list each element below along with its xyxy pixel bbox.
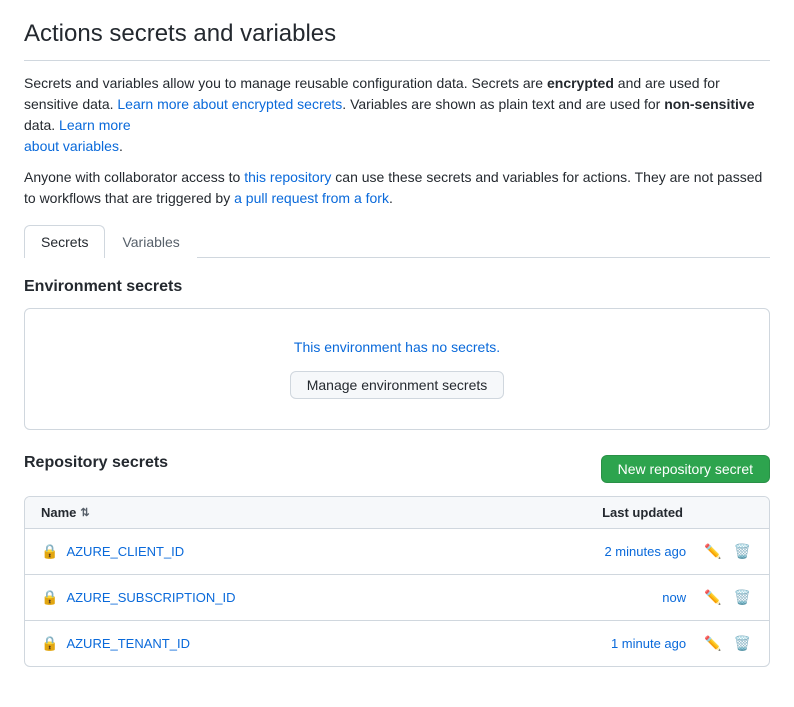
row-right: now ✏️ 🗑️ [596, 587, 753, 608]
environment-secrets-section: Environment secrets This environment has… [24, 278, 770, 430]
repo-secrets-title: Repository secrets [24, 454, 168, 472]
edit-button[interactable]: ✏️ [702, 587, 723, 608]
edit-button[interactable]: ✏️ [702, 541, 723, 562]
table-row: 🔒 AZURE_CLIENT_ID 2 minutes ago ✏️ 🗑️ [25, 529, 769, 575]
delete-button[interactable]: 🗑️ [732, 541, 753, 562]
updated-time: 2 minutes ago [596, 544, 686, 559]
lock-icon: 🔒 [41, 543, 58, 560]
lock-icon: 🔒 [41, 589, 58, 606]
col-name-header: Name ⇅ [41, 505, 90, 520]
tab-secrets[interactable]: Secrets [24, 225, 105, 258]
secret-name: AZURE_SUBSCRIPTION_ID [66, 590, 235, 605]
env-empty-message: This environment has no secrets. [55, 339, 739, 355]
tab-variables[interactable]: Variables [105, 225, 196, 258]
description-text: Secrets and variables allow you to manag… [24, 73, 770, 157]
lock-icon: 🔒 [41, 635, 58, 652]
access-note: Anyone with collaborator access to this … [24, 167, 770, 209]
action-icons: ✏️ 🗑️ [702, 633, 753, 654]
row-left: 🔒 AZURE_TENANT_ID [41, 635, 190, 652]
secret-name: AZURE_CLIENT_ID [66, 544, 184, 559]
pull-request-fork-link[interactable]: a pull request from a fork [234, 190, 389, 206]
table-row: 🔒 AZURE_TENANT_ID 1 minute ago ✏️ 🗑️ [25, 621, 769, 666]
col-updated-header: Last updated [602, 505, 753, 520]
learn-more-encrypted-link[interactable]: Learn more about encrypted secrets [117, 96, 342, 112]
updated-time: 1 minute ago [596, 636, 686, 651]
manage-environment-secrets-button[interactable]: Manage environment secrets [290, 371, 505, 399]
page-title: Actions secrets and variables [24, 20, 770, 61]
new-repository-secret-button[interactable]: New repository secret [601, 455, 770, 483]
env-secrets-title: Environment secrets [24, 278, 770, 296]
tabs-container: Secrets Variables [24, 225, 770, 258]
delete-button[interactable]: 🗑️ [732, 587, 753, 608]
action-icons: ✏️ 🗑️ [702, 587, 753, 608]
this-repository-link[interactable]: this repository [244, 169, 331, 185]
row-left: 🔒 AZURE_SUBSCRIPTION_ID [41, 589, 235, 606]
updated-time: now [596, 590, 686, 605]
sort-icon: ⇅ [80, 506, 89, 519]
secrets-table: Name ⇅ Last updated 🔒 AZURE_CLIENT_ID 2 … [24, 496, 770, 667]
delete-button[interactable]: 🗑️ [732, 633, 753, 654]
edit-button[interactable]: ✏️ [702, 633, 723, 654]
table-header: Name ⇅ Last updated [25, 497, 769, 529]
env-secrets-box: This environment has no secrets. Manage … [24, 308, 770, 430]
repository-secrets-section: Repository secrets New repository secret… [24, 454, 770, 667]
row-left: 🔒 AZURE_CLIENT_ID [41, 543, 184, 560]
repo-secrets-header: Repository secrets New repository secret [24, 454, 770, 484]
table-row: 🔒 AZURE_SUBSCRIPTION_ID now ✏️ 🗑️ [25, 575, 769, 621]
row-right: 1 minute ago ✏️ 🗑️ [596, 633, 753, 654]
row-right: 2 minutes ago ✏️ 🗑️ [596, 541, 753, 562]
secret-name: AZURE_TENANT_ID [66, 636, 190, 651]
action-icons: ✏️ 🗑️ [702, 541, 753, 562]
